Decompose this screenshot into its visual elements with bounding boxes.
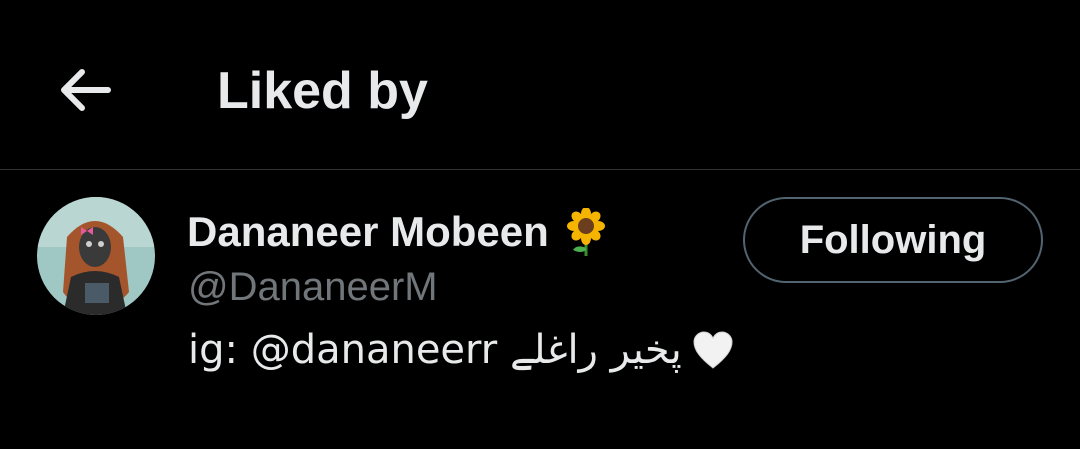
back-button[interactable] [50,60,118,120]
avatar-image [37,197,155,315]
white-heart-icon [693,331,733,369]
user-bio: ig: @dananeerr پخیر راغلے [188,325,734,375]
avatar[interactable] [37,197,155,315]
bio-text: ig: @dananeerr پخیر راغلے [188,327,682,373]
display-name-text[interactable]: Dananeer Mobeen [187,207,549,257]
display-name: Dananeer Mobeen [187,207,607,257]
page-title: Liked by [217,62,428,120]
following-button[interactable]: Following [743,197,1043,283]
user-handle[interactable]: @DananeerM [188,263,438,311]
user-list-item[interactable]: Dananeer Mobeen @DananeerM ig: @dananeer… [0,171,1080,449]
sunflower-icon [566,208,605,256]
arrow-left-icon [61,69,111,111]
header: Liked by [0,0,1080,170]
